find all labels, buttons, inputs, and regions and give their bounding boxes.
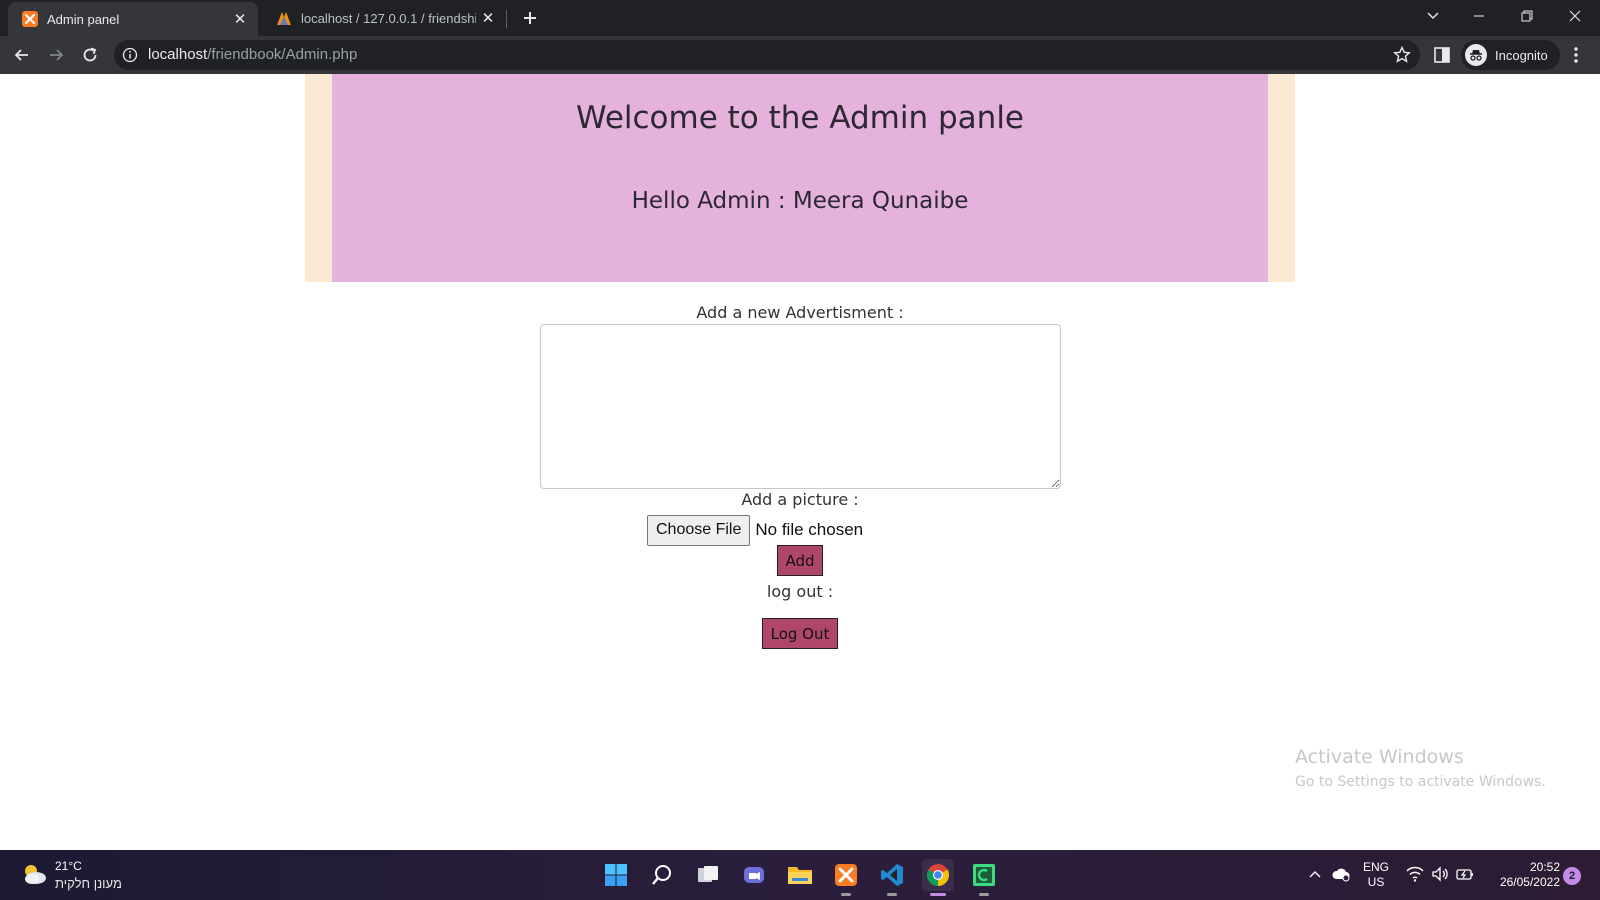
incognito-profile-button[interactable]: Incognito [1461,40,1560,70]
wifi-icon[interactable] [1406,866,1424,882]
chrome-icon [927,864,949,886]
url-path: /friendbook/Admin.php [207,46,358,63]
volume-icon[interactable] [1431,866,1449,882]
vscode-button[interactable] [876,859,908,896]
chrome-button[interactable] [922,859,954,896]
vscode-icon [881,864,903,886]
tab-title: Admin panel [47,11,120,27]
page-viewport: Welcome to the Admin panle Hello Admin :… [0,74,1600,850]
side-panel-icon[interactable] [1432,45,1452,65]
show-hidden-icons-chevron-up-icon[interactable] [1308,867,1322,881]
new-tab-button[interactable] [518,6,542,30]
page-header: Welcome to the Admin panle Hello Admin :… [305,74,1295,282]
url-text[interactable]: localhost/friendbook/Admin.php [148,46,357,63]
arrow-right-icon [50,49,64,61]
address-bar[interactable]: localhost/friendbook/Admin.php [114,40,1420,70]
clock-date: 26/05/2022 [1499,875,1560,889]
close-icon [1569,10,1581,22]
header-panel: Welcome to the Admin panle Hello Admin :… [332,74,1268,282]
tab-close-icon[interactable]: ✕ [228,7,252,31]
forward-button[interactable] [40,39,72,71]
tab-admin-panel[interactable]: Admin panel ✕ [8,2,258,36]
weather-partly-cloudy-icon[interactable] [20,862,48,886]
info-icon[interactable] [122,47,138,63]
picture-label: Add a picture : [741,490,859,509]
taskbar-search-button[interactable] [646,859,678,891]
tab-phpmyadmin[interactable]: localhost / 127.0.0.1 / friendship ✕ [262,0,506,36]
arrow-left-icon [14,49,28,61]
logout-button[interactable]: Log Out [762,618,838,649]
clock-time: 20:52 [1529,860,1560,874]
running-indicator [979,893,989,896]
task-view-button[interactable] [692,859,724,891]
advertisment-textarea[interactable] [540,324,1061,489]
system-clock[interactable]: 20:52 26/05/2022 [1485,860,1560,890]
phpmyadmin-favicon-icon [277,12,291,25]
star-icon[interactable] [1392,45,1412,65]
close-window-button[interactable] [1552,0,1598,32]
watermark-subtitle: Go to Settings to activate Windows. [1295,774,1546,790]
running-indicator [841,893,851,896]
tab-separator [506,10,507,28]
xampp-button[interactable] [830,859,862,896]
activate-windows-watermark: Activate Windows Go to Settings to activ… [1295,746,1546,790]
android-studio-icon [973,864,995,886]
advertisment-label: Add a new Advertisment : [696,303,904,322]
browser-toolbar: localhost/friendbook/Admin.php Incognito [0,36,1600,74]
weather-description[interactable]: מעונן חלקית [55,876,122,891]
input-language-indicator[interactable]: ENG US [1363,860,1389,890]
onedrive-cloud-icon[interactable] [1331,865,1351,883]
incognito-icon [1465,44,1487,66]
task-view-icon [698,866,718,882]
start-button[interactable] [600,859,632,891]
keyboard-layout-code: US [1367,875,1385,889]
search-icon [652,865,671,885]
android-studio-button[interactable] [968,859,1000,896]
page-title: Welcome to the Admin panle [575,100,1025,136]
admin-greeting: Hello Admin : Meera Qunaibe [631,188,969,214]
teams-chat-button[interactable] [738,859,770,891]
choose-file-button[interactable]: Choose File [647,514,751,546]
plus-icon [524,12,536,24]
chat-icon [744,867,764,883]
windows-start-icon [605,864,627,886]
no-file-chosen-text: No file chosen [755,520,864,539]
restore-icon [1521,10,1533,22]
reload-icon [83,47,97,62]
minimize-button[interactable] [1456,0,1502,32]
taskbar: 21°C מעונן חלקית ENG US 20:52 26/05/2022… [0,850,1600,900]
weather-temperature[interactable]: 21°C [55,859,82,873]
notification-badge[interactable]: 2 [1563,867,1581,885]
battery-charging-icon[interactable] [1456,866,1474,882]
reload-button[interactable] [74,39,106,71]
tab-close-icon[interactable]: ✕ [476,6,500,30]
watermark-title: Activate Windows [1295,746,1464,768]
back-button[interactable] [6,39,38,71]
xampp-icon [835,864,857,886]
file-input[interactable]: Choose File No file chosen [647,514,863,546]
logout-label: log out : [766,582,834,601]
file-explorer-icon [788,867,812,884]
language-code: ENG [1363,860,1390,874]
active-app-indicator [930,893,946,896]
more-menu-icon[interactable] [1566,45,1586,65]
url-host: localhost [148,46,208,63]
minimize-icon [1474,15,1484,17]
file-explorer-button[interactable] [784,859,816,891]
tab-search-button[interactable] [1410,0,1456,32]
tab-title: localhost / 127.0.0.1 / friendship [301,10,476,26]
xampp-favicon-icon [22,11,38,27]
running-indicator [887,893,897,896]
restore-button[interactable] [1504,0,1550,32]
incognito-label: Incognito [1495,47,1548,63]
add-button[interactable]: Add [777,545,823,576]
browser-tab-bar: Admin panel ✕ localhost / 127.0.0.1 / fr… [0,0,1600,36]
chevron-down-icon [1427,12,1439,19]
